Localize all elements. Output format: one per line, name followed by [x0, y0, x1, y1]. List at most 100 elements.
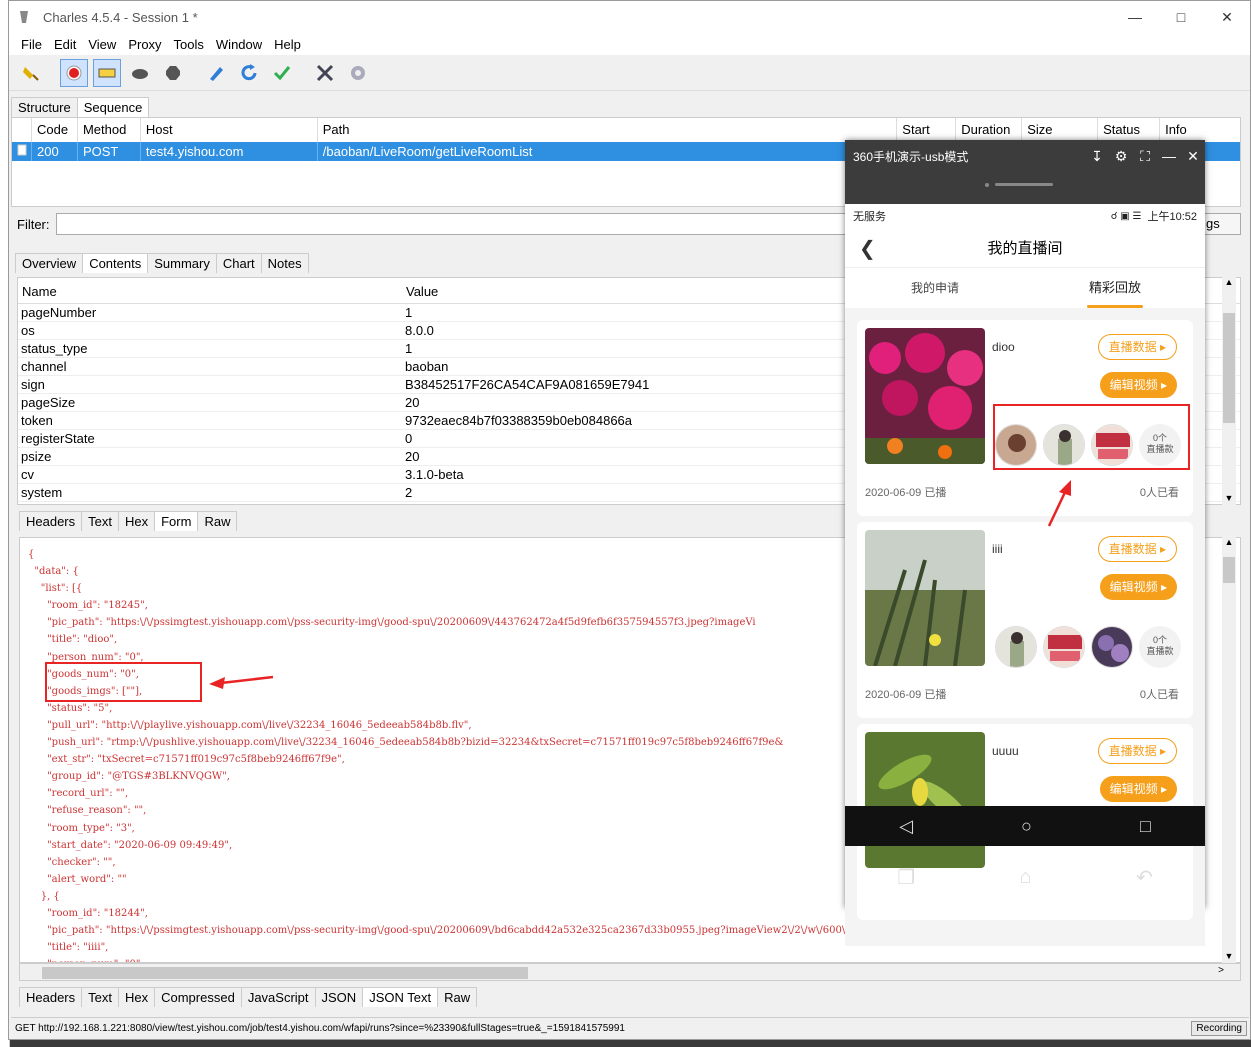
menu-file[interactable]: File	[15, 37, 48, 52]
scroll-thumb[interactable]	[1223, 557, 1235, 583]
col-size[interactable]: Size	[1022, 118, 1099, 142]
param-value: 3.1.0-beta	[405, 467, 464, 482]
tab-res-raw[interactable]: Raw	[437, 987, 478, 1007]
android-home-icon[interactable]: ○	[1021, 816, 1032, 837]
json-hscrollbar[interactable]: >	[19, 963, 1241, 981]
tab-req-hex[interactable]: Hex	[117, 511, 156, 531]
maximize-icon[interactable]: □	[1158, 1, 1204, 33]
menu-edit[interactable]: Edit	[48, 37, 82, 52]
mirror-back-icon[interactable]: ↶	[1136, 865, 1153, 890]
col-start[interactable]: Start	[897, 118, 957, 142]
tab-res-headers[interactable]: Headers	[19, 987, 83, 1007]
close-icon[interactable]: ✕	[1181, 148, 1205, 165]
settings-gear-icon[interactable]	[344, 59, 372, 87]
col-duration[interactable]: Duration	[956, 118, 1023, 142]
record-icon[interactable]	[60, 58, 88, 87]
replay-card[interactable]: iiii 直播数据 ▸ 编辑视频 ▸ 0个 直播款 2020-06-09 已播 0…	[857, 522, 1193, 718]
android-back-icon[interactable]: ◁	[899, 816, 913, 837]
tab-contents[interactable]: Contents	[82, 253, 149, 273]
annotation-arrow-left-icon	[209, 675, 274, 689]
col-status[interactable]: Status	[1098, 118, 1161, 142]
live-data-button[interactable]: 直播数据 ▸	[1097, 738, 1177, 764]
stop-hexagon-icon[interactable]	[159, 59, 187, 87]
compose-pen-icon[interactable]	[202, 59, 230, 87]
tab-req-headers[interactable]: Headers	[19, 511, 83, 531]
edit-video-button[interactable]: 编辑视频 ▸	[1099, 776, 1177, 802]
mirror-recents-icon[interactable]: ❐	[897, 865, 915, 890]
tab-req-raw[interactable]: Raw	[197, 511, 238, 531]
menu-window[interactable]: Window	[210, 37, 268, 52]
fullscreen-icon[interactable]: ⛶	[1133, 148, 1157, 165]
edit-video-button[interactable]: 编辑视频 ▸	[1099, 574, 1177, 600]
tab-req-form[interactable]: Form	[154, 511, 199, 531]
row-code: 200	[32, 142, 78, 161]
form-table-scrollbar[interactable]: ▲ ▼	[1222, 277, 1236, 505]
col-method[interactable]: Method	[78, 118, 141, 142]
card-thumbnail[interactable]	[865, 328, 985, 464]
minimize-icon[interactable]: —	[1157, 148, 1181, 164]
live-data-button[interactable]: 直播数据 ▸	[1097, 536, 1177, 562]
scroll-right-icon[interactable]: >	[1218, 965, 1224, 976]
scroll-up-icon[interactable]: ▲	[1222, 277, 1236, 287]
tab-res-hex[interactable]: Hex	[117, 987, 156, 1007]
goods-image[interactable]	[1091, 626, 1133, 668]
card-thumbnail[interactable]	[865, 530, 985, 666]
tab-res-json-text[interactable]: JSON Text	[362, 987, 439, 1007]
col-code[interactable]: Code	[32, 118, 78, 142]
gear-icon[interactable]: ⚙	[1109, 148, 1133, 165]
close-icon[interactable]: ✕	[1204, 1, 1250, 33]
param-value: 1	[405, 305, 413, 320]
scroll-up-icon[interactable]: ▲	[1222, 537, 1236, 547]
live-data-button[interactable]: 直播数据 ▸	[1097, 334, 1177, 360]
menu-help[interactable]: Help	[268, 37, 307, 52]
param-value: B38452517F26CA54CAF9A081659E7941	[405, 377, 650, 392]
pin-icon[interactable]: ↧	[1085, 148, 1109, 165]
edit-video-button[interactable]: 编辑视频 ▸	[1099, 372, 1177, 398]
tab-summary[interactable]: Summary	[147, 253, 217, 273]
tab-res-json[interactable]: JSON	[314, 987, 364, 1007]
tab-structure[interactable]: Structure	[11, 97, 78, 117]
back-arrow-icon[interactable]: ❮	[859, 236, 876, 261]
json-scrollbar[interactable]: ▲ ▼	[1222, 537, 1236, 963]
repeat-icon[interactable]	[235, 59, 263, 87]
menu-view[interactable]: View	[82, 37, 122, 52]
sequence-header: Code Method Host Path Start Duration Siz…	[12, 118, 1240, 142]
col-info[interactable]: Info	[1160, 118, 1240, 142]
tab-res-javascript[interactable]: JavaScript	[240, 987, 316, 1007]
menu-tools[interactable]: Tools	[168, 37, 210, 52]
tab-overview[interactable]: Overview	[15, 253, 84, 273]
tools-icon[interactable]	[311, 59, 339, 87]
tab-sequence[interactable]: Sequence	[76, 97, 150, 117]
tab-my-applications[interactable]: 我的申请	[845, 268, 1025, 308]
param-name: cv	[21, 467, 34, 482]
tab-req-text[interactable]: Text	[81, 511, 119, 531]
tab-highlights-replay[interactable]: 精彩回放	[1025, 268, 1205, 308]
tab-res-compressed[interactable]: Compressed	[154, 987, 242, 1007]
recording-button[interactable]: Recording	[1191, 1021, 1247, 1036]
param-name: sign	[21, 377, 45, 392]
filter-settings-button[interactable]: gs	[1201, 213, 1241, 235]
hscroll-thumb[interactable]	[42, 967, 528, 979]
scroll-down-icon[interactable]: ▼	[1222, 493, 1236, 503]
menu-proxy[interactable]: Proxy	[122, 37, 167, 52]
goods-image[interactable]	[995, 626, 1037, 668]
validate-check-icon[interactable]	[268, 59, 296, 87]
mirror-home-icon[interactable]: ⌂	[1020, 866, 1032, 889]
minimize-icon[interactable]: —	[1112, 1, 1158, 33]
col-host[interactable]: Host	[141, 118, 318, 142]
tab-chart[interactable]: Chart	[215, 253, 262, 273]
scroll-down-icon[interactable]: ▼	[1222, 951, 1236, 961]
throttle-icon[interactable]	[93, 58, 121, 87]
tab-res-text[interactable]: Text	[81, 987, 119, 1007]
col-value[interactable]: Value	[402, 284, 438, 299]
broom-clear-icon[interactable]	[17, 59, 45, 87]
charles-app-icon	[20, 11, 28, 23]
scroll-thumb[interactable]	[1223, 313, 1235, 423]
tab-notes[interactable]: Notes	[260, 253, 309, 273]
col-name[interactable]: Name	[18, 284, 402, 299]
android-recents-icon[interactable]: □	[1140, 816, 1151, 837]
col-path[interactable]: Path	[318, 118, 898, 142]
turtle-breakpoint-icon[interactable]	[126, 59, 154, 87]
goods-image[interactable]	[1043, 626, 1085, 668]
phone-drag-handle[interactable]	[845, 172, 1205, 204]
